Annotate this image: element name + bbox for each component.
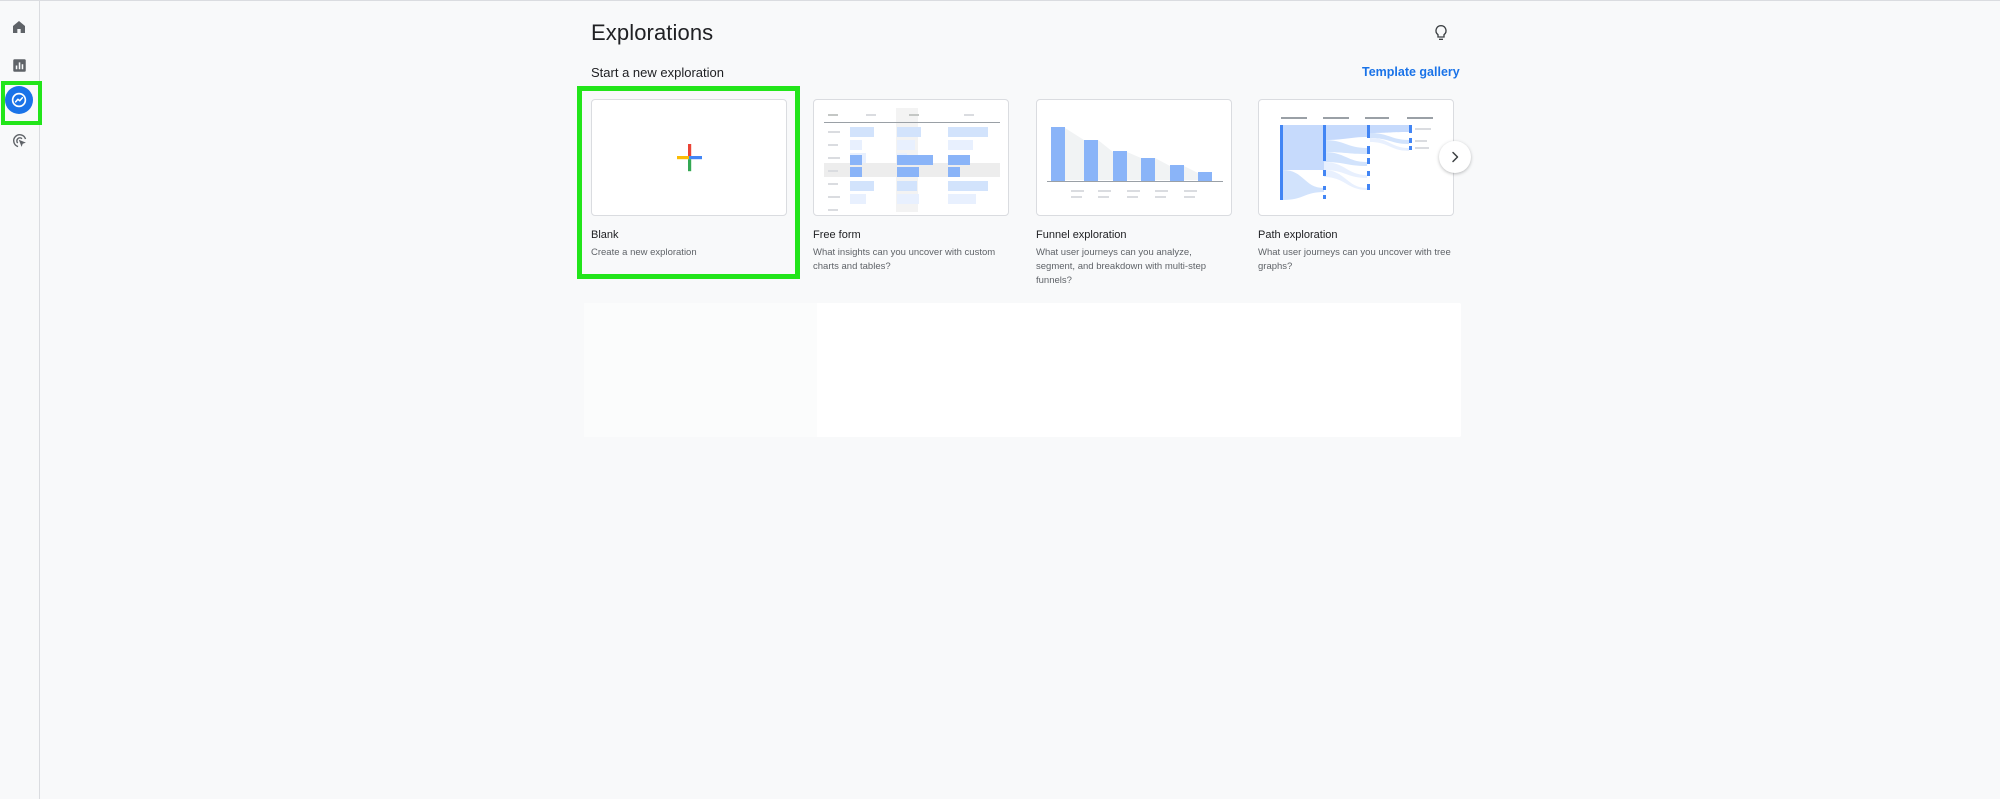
- explore-active-indicator: [5, 86, 33, 114]
- insights-button[interactable]: [1428, 20, 1454, 46]
- card-title: Blank: [591, 229, 619, 241]
- template-gallery-link[interactable]: Template gallery: [1362, 65, 1460, 79]
- list-panel-loading-column: [584, 303, 817, 437]
- home-icon: [13, 21, 25, 33]
- explore-icon: [11, 92, 27, 108]
- free-form-thumbnail: [813, 99, 1009, 216]
- explorations-list-panel: [584, 303, 1461, 437]
- advertising-icon: [12, 133, 26, 147]
- card-title: Funnel exploration: [1036, 229, 1127, 241]
- card-description: What insights can you uncover with custo…: [813, 247, 996, 272]
- left-nav-rail: [0, 1, 40, 799]
- card-title: Path exploration: [1258, 229, 1338, 241]
- page-title: Explorations: [591, 20, 714, 45]
- lightbulb-icon: [1435, 24, 1447, 40]
- blank-exploration-card[interactable]: Blank Create a new exploration: [591, 99, 787, 260]
- rail-item-home[interactable]: [4, 12, 34, 42]
- path-thumbnail: [1258, 99, 1454, 216]
- rail-item-explore[interactable]: [4, 85, 34, 115]
- blank-thumbnail: [591, 99, 787, 216]
- card-description: What user journeys can you uncover with …: [1258, 247, 1451, 272]
- card-description: Create a new exploration: [591, 247, 697, 258]
- section-label: Start a new exploration: [591, 65, 724, 80]
- path-preview: [1280, 117, 1433, 200]
- card-title: Free form: [813, 229, 861, 241]
- rail-item-advertising[interactable]: [4, 125, 34, 155]
- free-form-preview: [824, 108, 1000, 212]
- funnel-exploration-card[interactable]: Funnel exploration What user journeys ca…: [1036, 99, 1232, 288]
- funnel-preview: [1047, 127, 1223, 198]
- top-divider: [0, 0, 2000, 1]
- carousel-next-button[interactable]: [1439, 141, 1471, 173]
- chevron-right-icon: [1452, 151, 1459, 163]
- funnel-thumbnail: [1036, 99, 1232, 216]
- rail-item-reports[interactable]: [4, 50, 34, 80]
- card-description: What user journeys can you analyze, segm…: [1036, 247, 1207, 286]
- path-exploration-card[interactable]: Path exploration What user journeys can …: [1258, 99, 1454, 274]
- plus-icon: [677, 144, 702, 172]
- reports-icon: [12, 58, 26, 72]
- free-form-card[interactable]: Free form What insights can you uncover …: [813, 99, 1009, 274]
